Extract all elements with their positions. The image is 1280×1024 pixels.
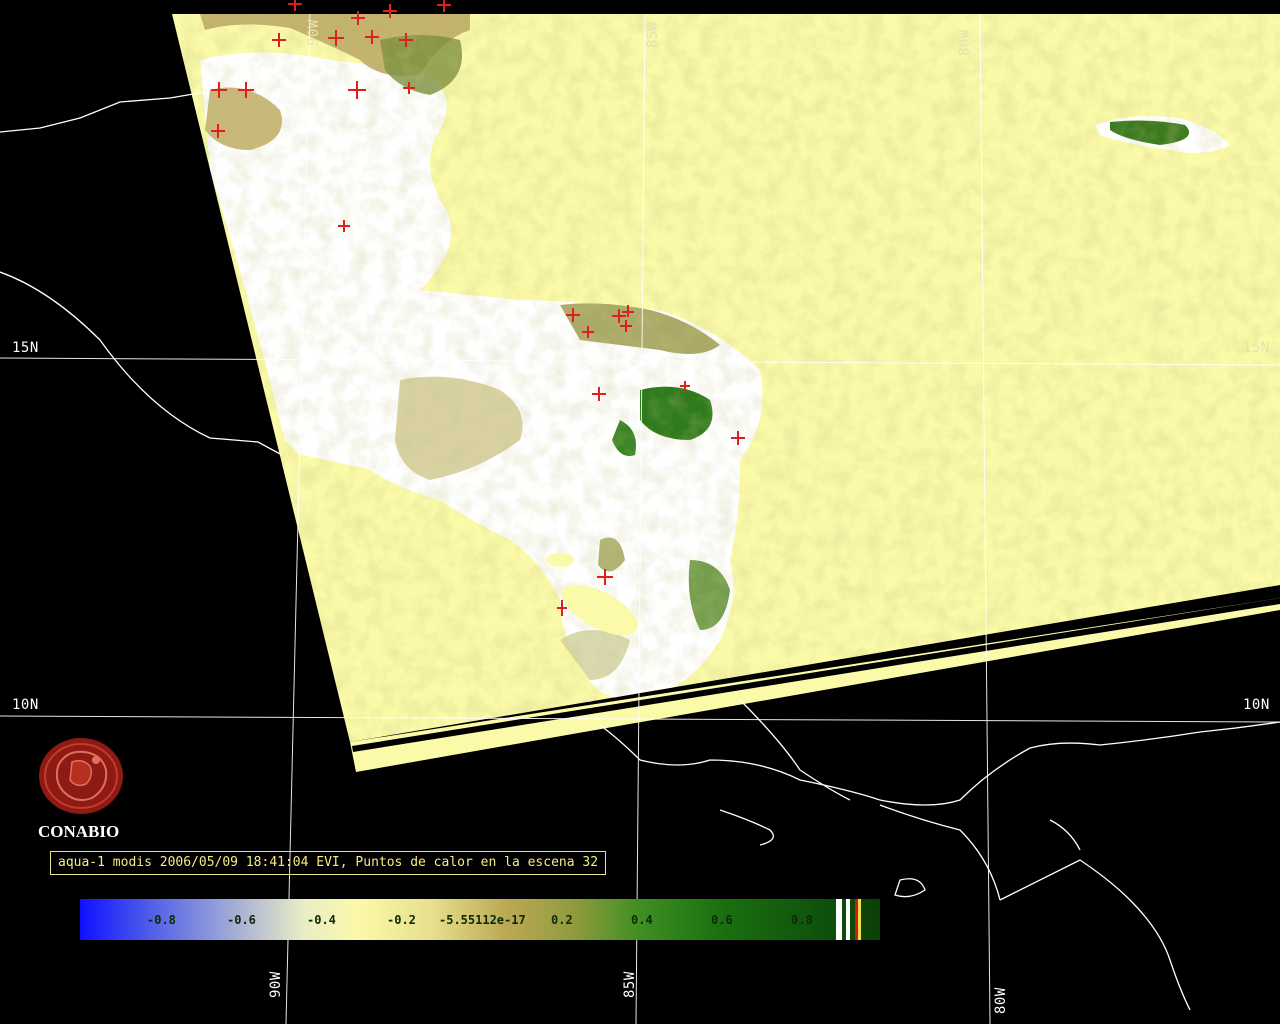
colorbar-tick: -0.4	[307, 913, 336, 927]
colorbar-white-block	[846, 899, 850, 940]
lon-label-80w-bottom: 80W	[993, 987, 1009, 1014]
lat-label-15n-left: 15N	[12, 340, 39, 356]
colorbar-white-block	[836, 899, 842, 940]
colorbar-tick: -5.55112e-17	[439, 913, 526, 927]
colorbar-tick: 0.2	[551, 913, 573, 927]
colorbar-tick: 0.8	[791, 913, 813, 927]
colorbar-yellow-block	[858, 899, 861, 940]
conabio-logo-icon	[39, 738, 123, 814]
colorbar-tick: 0.6	[711, 913, 733, 927]
colorbar-tick: -0.2	[387, 913, 416, 927]
plus-marker-icon	[437, 0, 451, 12]
colorbar-tick: -0.6	[227, 913, 256, 927]
org-name: CONABIO	[38, 822, 120, 841]
lat-label-15n-right: 15N	[1243, 340, 1270, 356]
lon-label-90w-bottom: 90W	[268, 971, 284, 998]
colorbar-tick: 0.4	[631, 913, 653, 927]
lon-label-80w-top: 80W	[957, 29, 973, 56]
lat-label-10n-right: 10N	[1243, 697, 1270, 713]
lon-label-85w-bottom: 85W	[622, 971, 638, 998]
lat-label-10n-left: 10N	[12, 697, 39, 713]
lake-managua	[546, 553, 574, 567]
lon-label-90w-top: 90W	[306, 19, 322, 46]
lon-label-85w-top: 85W	[645, 21, 661, 48]
colorbar-tick: -0.8	[147, 913, 176, 927]
plus-marker-icon	[288, 0, 302, 11]
image-caption: aqua-1 modis 2006/05/09 18:41:04 EVI, Pu…	[50, 851, 607, 875]
